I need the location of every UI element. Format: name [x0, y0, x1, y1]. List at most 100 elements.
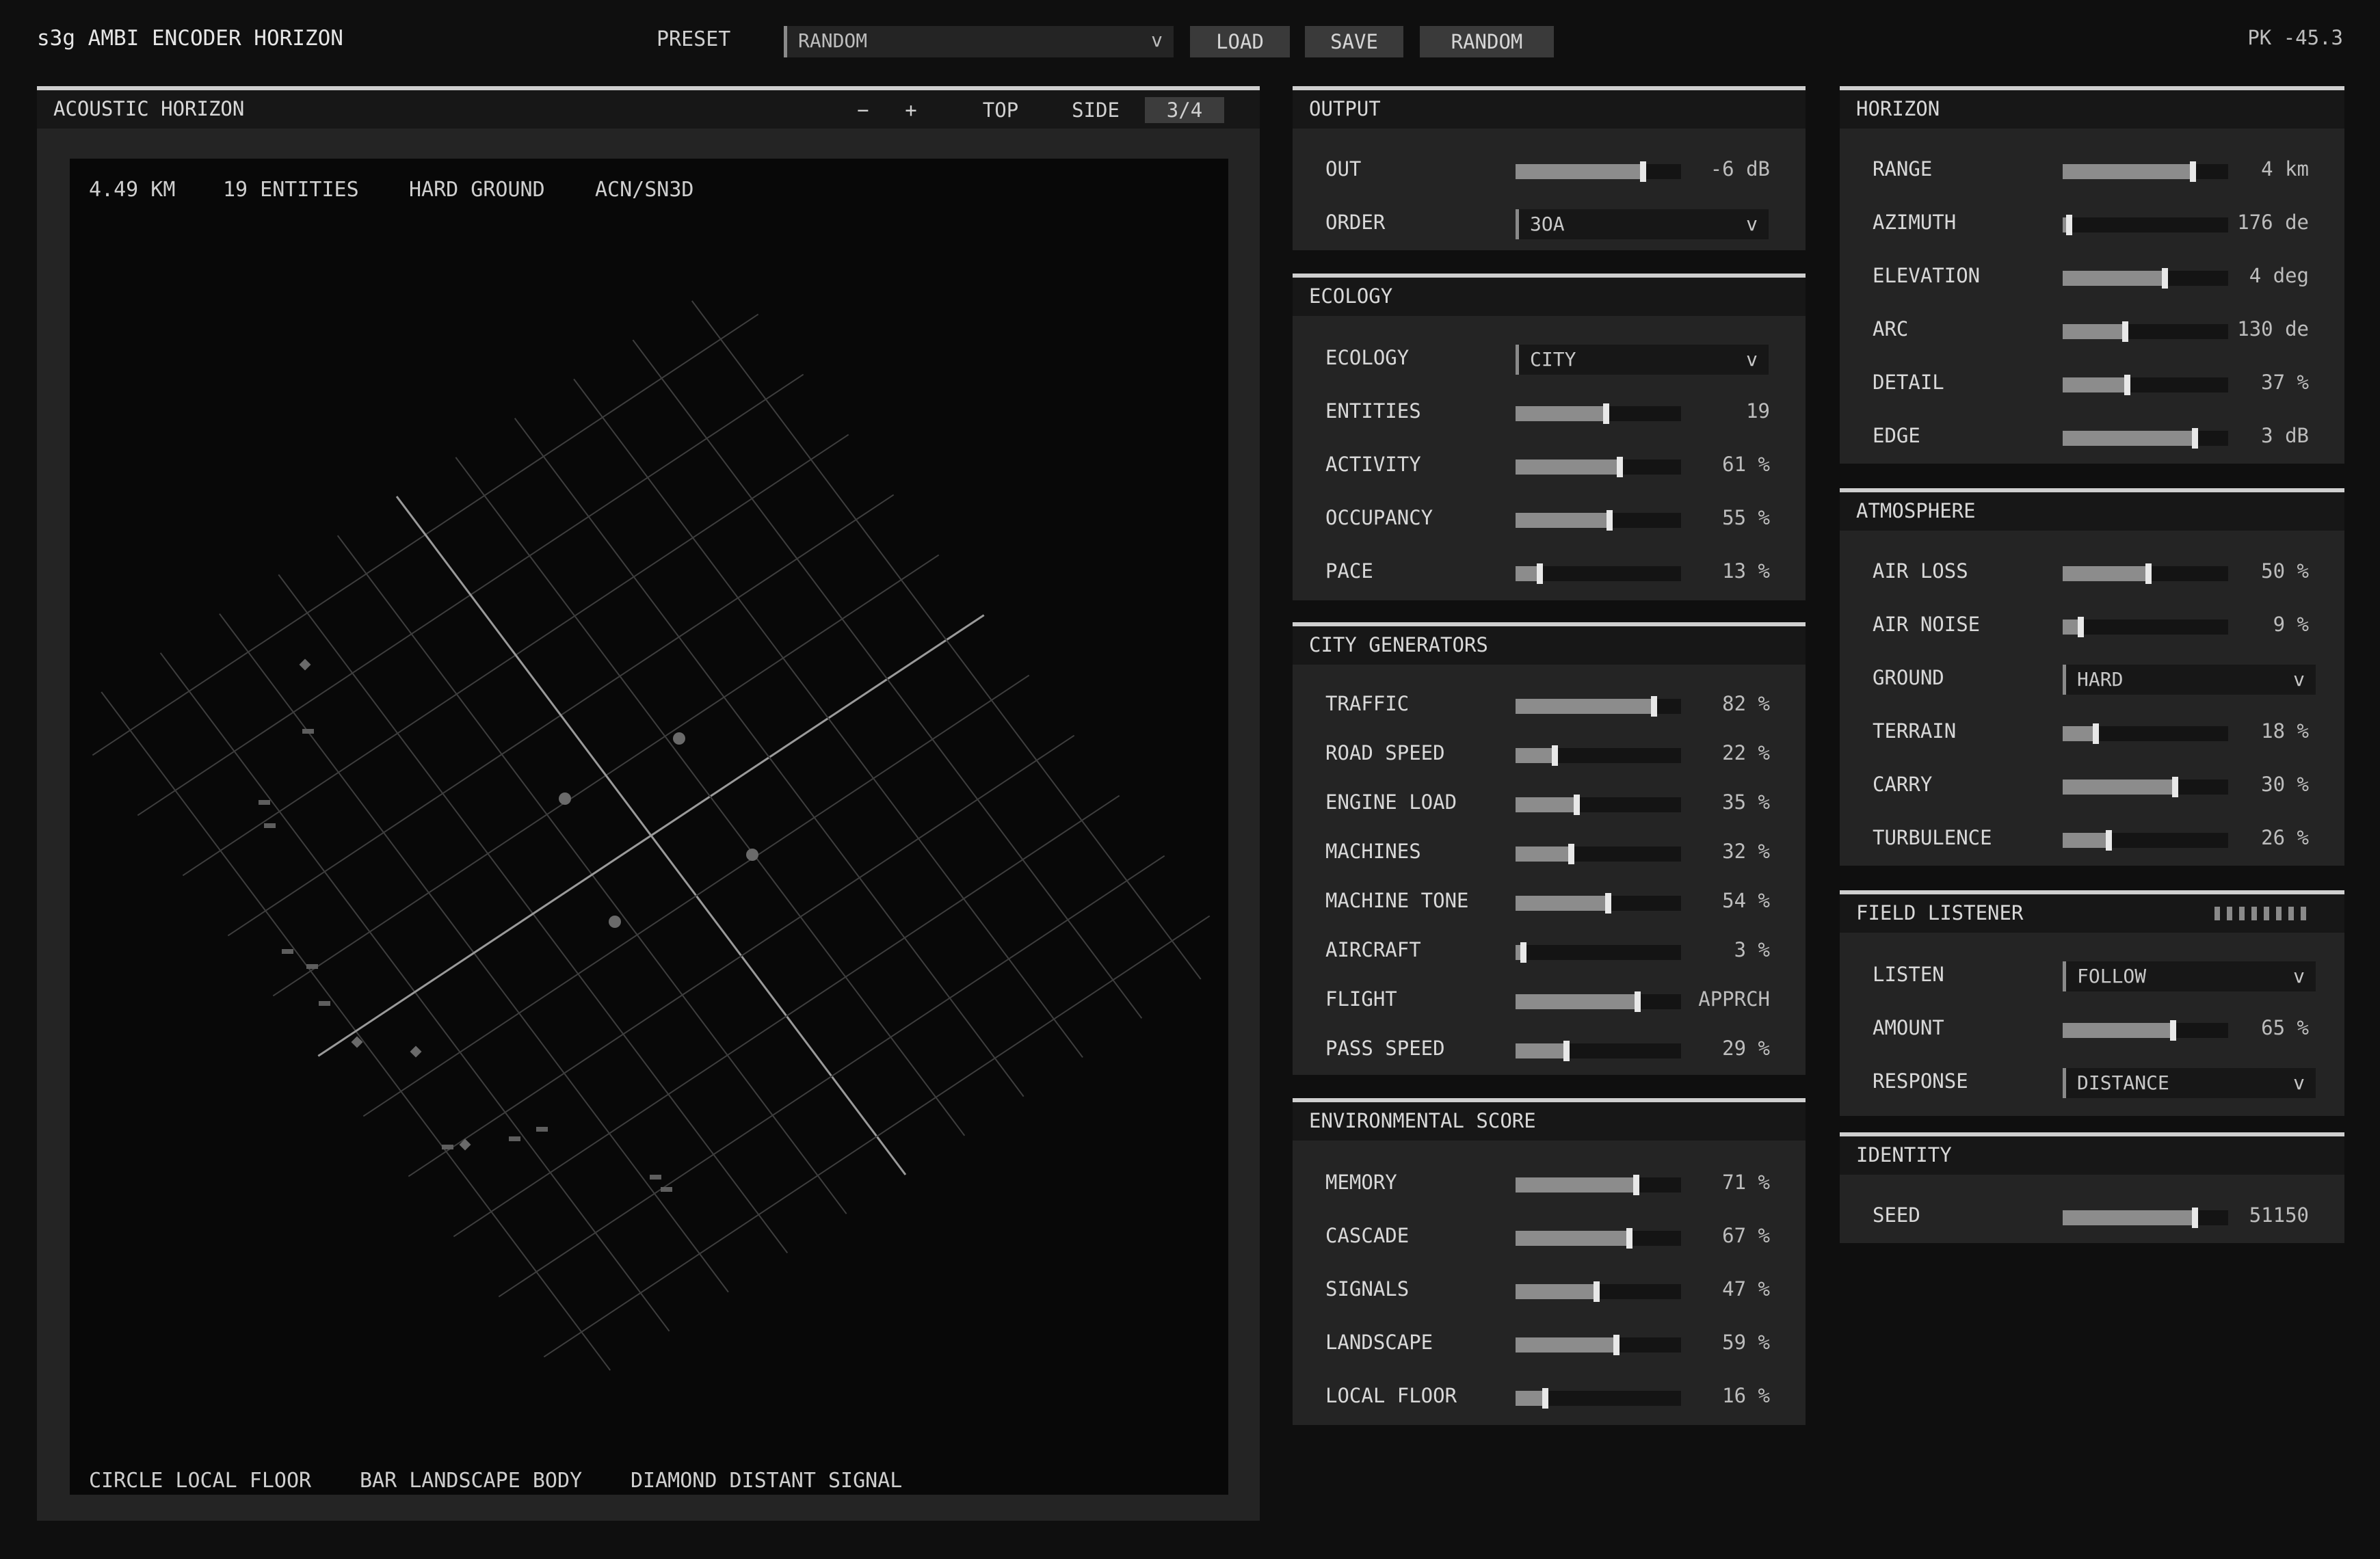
air-noise-slider[interactable]: [2063, 617, 2228, 637]
response-select[interactable]: DISTANCE v: [2063, 1068, 2316, 1098]
response-label: RESPONSE: [1873, 1069, 1968, 1093]
viewer-title: ACOUSTIC HORIZON: [53, 97, 245, 120]
slider-handle[interactable]: [1639, 161, 1646, 182]
slider-handle[interactable]: [1542, 1388, 1548, 1409]
traffic-slider[interactable]: [1516, 696, 1681, 717]
slider-handle[interactable]: [2190, 161, 2197, 182]
road-speed-slider[interactable]: [1516, 745, 1681, 766]
out-slider[interactable]: [1516, 161, 1681, 182]
range-row: RANGE 4 km: [1840, 157, 2344, 185]
seed-slider[interactable]: [2063, 1208, 2228, 1228]
slider-handle[interactable]: [1520, 942, 1527, 963]
slider-handle[interactable]: [1552, 745, 1559, 766]
order-select[interactable]: 3OA v: [1516, 209, 1769, 239]
listen-value: FOLLOW: [2077, 965, 2147, 987]
flight-slider[interactable]: [1516, 991, 1681, 1012]
slider-handle[interactable]: [2065, 215, 2072, 235]
slider-handle[interactable]: [1613, 1335, 1619, 1355]
aircraft-slider[interactable]: [1516, 942, 1681, 963]
flight-label: FLIGHT: [1325, 987, 1397, 1011]
turbulence-slider[interactable]: [2063, 830, 2228, 851]
slider-handle[interactable]: [2077, 617, 2084, 637]
flight-value: APPRCH: [1698, 987, 1770, 1011]
azimuth-value: 176 de: [2237, 211, 2309, 234]
machine-tone-slider[interactable]: [1516, 893, 1681, 914]
slider-handle[interactable]: [1635, 991, 1641, 1012]
carry-row: CARRY 30 %: [1840, 773, 2344, 800]
slider-handle[interactable]: [1563, 1041, 1570, 1061]
landscape-slider[interactable]: [1516, 1335, 1681, 1355]
slider-handle[interactable]: [1604, 893, 1611, 914]
grid-line: [362, 674, 1030, 1117]
arc-slider[interactable]: [2063, 321, 2228, 342]
edge-slider[interactable]: [2063, 428, 2228, 449]
slider-handle[interactable]: [2092, 723, 2099, 744]
range-slider[interactable]: [2063, 161, 2228, 182]
carry-slider[interactable]: [2063, 777, 2228, 797]
listen-select[interactable]: FOLLOW v: [2063, 961, 2316, 991]
activity-value: 61 %: [1722, 453, 1770, 476]
machines-slider[interactable]: [1516, 844, 1681, 864]
ground-select[interactable]: HARD v: [2063, 665, 2316, 695]
slider-handle[interactable]: [1616, 457, 1623, 477]
slider-handle[interactable]: [1593, 1281, 1600, 1302]
city-generators-panel: CITY GENERATORS TRAFFIC 82 % ROAD SPEED 22 …: [1293, 622, 1806, 1075]
occupancy-slider[interactable]: [1516, 510, 1681, 531]
traffic-value: 82 %: [1722, 692, 1770, 715]
entities-slider[interactable]: [1516, 403, 1681, 424]
local-floor-marker: [673, 732, 685, 745]
detail-slider[interactable]: [2063, 375, 2228, 395]
entities-row: ENTITIES 19: [1293, 399, 1806, 427]
slider-handle[interactable]: [2145, 563, 2152, 584]
view-side-button[interactable]: SIDE: [1063, 97, 1128, 123]
view-top-button[interactable]: TOP: [970, 97, 1031, 123]
slider-handle[interactable]: [1537, 563, 1544, 584]
view-34-button[interactable]: 3/4: [1145, 97, 1224, 123]
activity-slider[interactable]: [1516, 457, 1681, 477]
machines-row: MACHINES 32 %: [1293, 840, 1806, 867]
azimuth-slider[interactable]: [2063, 215, 2228, 235]
slider-handle[interactable]: [1651, 696, 1658, 717]
grid-line: [455, 457, 966, 1136]
slider-handle[interactable]: [1626, 1228, 1633, 1249]
preset-select[interactable]: RANDOM v: [784, 26, 1174, 57]
slider-handle[interactable]: [1603, 403, 1610, 424]
air-loss-slider[interactable]: [2063, 563, 2228, 584]
slider-handle[interactable]: [1568, 844, 1575, 864]
engine-load-label: ENGINE LOAD: [1325, 790, 1457, 814]
zoom-in-button[interactable]: +: [896, 97, 926, 123]
chevron-down-icon: v: [2293, 668, 2305, 691]
slider-handle[interactable]: [2162, 268, 2169, 289]
slider-handle[interactable]: [2122, 321, 2129, 342]
atmosphere-title: ATMOSPHERE: [1856, 499, 1976, 522]
pace-slider[interactable]: [1516, 563, 1681, 584]
terrain-slider[interactable]: [2063, 723, 2228, 744]
engine-load-slider[interactable]: [1516, 795, 1681, 815]
slider-handle[interactable]: [2171, 777, 2178, 797]
pass-speed-slider[interactable]: [1516, 1041, 1681, 1061]
ecology-select[interactable]: CITY v: [1516, 345, 1769, 375]
slider-handle[interactable]: [1606, 510, 1613, 531]
out-row: OUT -6 dB: [1293, 157, 1806, 185]
slider-handle[interactable]: [1573, 795, 1580, 815]
memory-slider[interactable]: [1516, 1175, 1681, 1195]
slider-handle[interactable]: [2191, 1208, 2198, 1228]
zoom-out-button[interactable]: −: [848, 97, 878, 123]
local-floor-slider[interactable]: [1516, 1388, 1681, 1409]
elevation-label: ELEVATION: [1873, 264, 1981, 287]
slider-handle[interactable]: [2105, 830, 2112, 851]
slider-handle[interactable]: [2124, 375, 2130, 395]
save-button[interactable]: SAVE: [1305, 26, 1403, 57]
landscape-body-marker: [319, 1001, 330, 1006]
amount-slider[interactable]: [2063, 1020, 2228, 1041]
elevation-slider[interactable]: [2063, 268, 2228, 289]
preset-label: PRESET: [657, 27, 731, 51]
random-button[interactable]: RANDOM: [1420, 26, 1554, 57]
slider-handle[interactable]: [1632, 1175, 1639, 1195]
horizon-canvas[interactable]: 4.49 KM 19 ENTITIES HARD GROUND ACN/SN3D…: [70, 159, 1228, 1495]
slider-handle[interactable]: [2191, 428, 2198, 449]
cascade-slider[interactable]: [1516, 1228, 1681, 1249]
load-button[interactable]: LOAD: [1190, 26, 1290, 57]
signals-slider[interactable]: [1516, 1281, 1681, 1302]
slider-handle[interactable]: [2170, 1020, 2177, 1041]
